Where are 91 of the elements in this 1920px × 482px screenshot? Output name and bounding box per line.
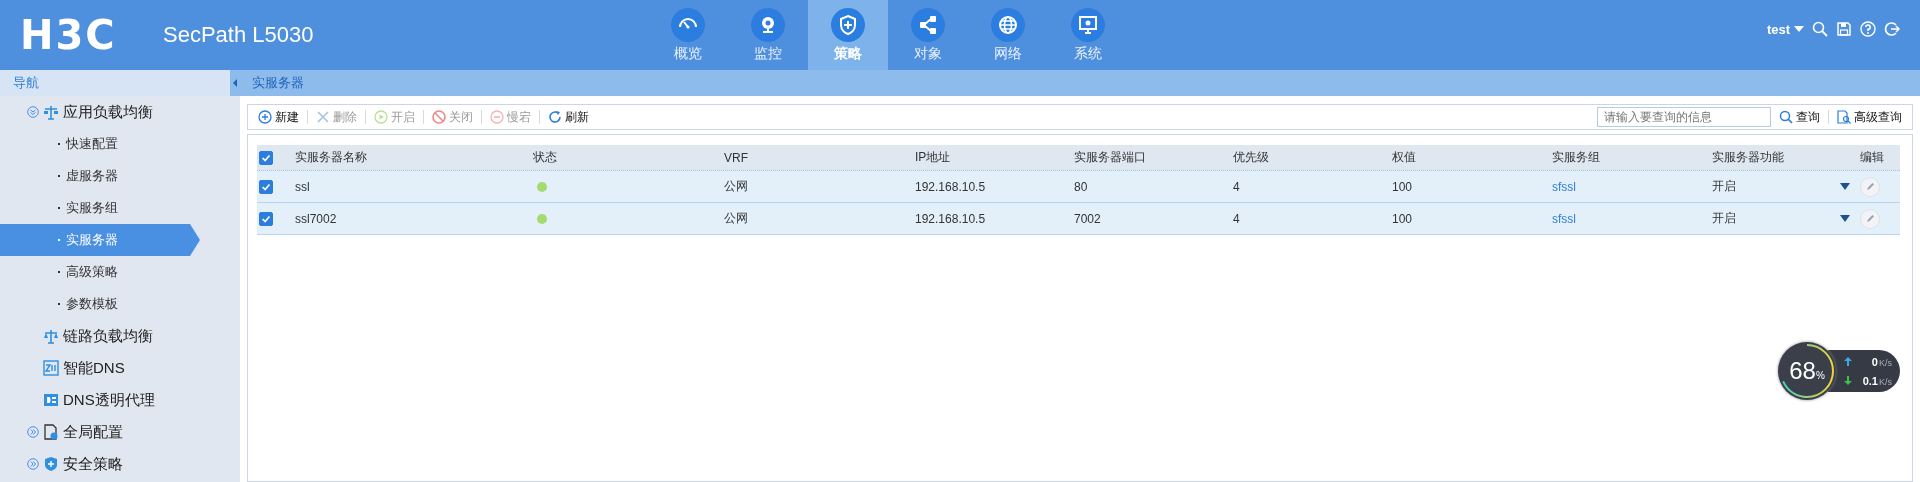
search-icon[interactable] <box>1812 21 1828 37</box>
select-all-checkbox[interactable] <box>259 150 273 165</box>
nav-menu-item[interactable]: 安全策略 <box>0 448 240 480</box>
caret-icon[interactable] <box>1840 215 1850 222</box>
nav-menu-item[interactable]: 应用负载均衡 <box>0 96 240 128</box>
nav-menu-item[interactable]: 智能DNS <box>0 352 240 384</box>
nav-menu-item[interactable]: 高级策略 <box>0 256 200 288</box>
column-header: IP地址 <box>915 149 951 166</box>
table-cell: 公网 <box>724 210 748 227</box>
group-link[interactable]: sfssl <box>1552 211 1576 226</box>
download-rate: 0.1K/s <box>1862 374 1892 387</box>
dns-icon <box>43 392 59 408</box>
nav-menu-item[interactable]: 快速配置 <box>0 128 200 160</box>
product-name: SecPath L5030 <box>163 22 314 48</box>
column-header: 权值 <box>1392 149 1416 166</box>
group-link[interactable]: sfssl <box>1552 179 1576 194</box>
cpu-gauge[interactable]: 68% <box>1778 342 1836 400</box>
upload-rate: 0K/s <box>1871 355 1892 368</box>
save-icon[interactable] <box>1836 21 1852 37</box>
logout-icon[interactable] <box>1884 21 1900 37</box>
up-arrow-icon <box>1844 357 1852 366</box>
shield-icon <box>831 8 865 42</box>
column-header: VRF <box>724 150 748 165</box>
row-checkbox[interactable] <box>259 179 273 194</box>
document-gear-icon <box>43 424 59 440</box>
search-icon <box>1779 110 1793 124</box>
expand-icon[interactable] <box>27 426 39 438</box>
prohibited-icon <box>432 110 446 124</box>
globe-icon <box>991 8 1025 42</box>
gauge-value: 68% <box>1789 357 1825 385</box>
add-icon <box>258 110 272 124</box>
collapse-icon[interactable] <box>27 106 39 118</box>
edit-button[interactable] <box>1860 208 1880 229</box>
row-checkbox[interactable] <box>259 211 273 226</box>
table-row[interactable]: ssl 公网 192.168.10.5 80 4 100 sfssl 开启 <box>257 171 1900 203</box>
table-cell: 公网 <box>724 178 748 195</box>
table-cell: 192.168.10.5 <box>915 179 986 194</box>
caret-icon[interactable] <box>1840 183 1850 190</box>
search-field[interactable]: 请输入要查询的信息 <box>1597 107 1771 127</box>
down-arrow-icon <box>1844 376 1852 385</box>
sidebar-title: 导航 <box>0 70 230 96</box>
table-cell: 4 <box>1233 211 1240 226</box>
column-header: 实服务器功能 <box>1712 149 1784 166</box>
column-header: 优先级 <box>1233 149 1269 166</box>
caret-icon <box>1794 26 1804 32</box>
nav-menu-item[interactable]: 全局配置 <box>0 416 240 448</box>
toolbar-button[interactable]: 刷新 <box>544 108 593 126</box>
dns-icon <box>43 360 59 376</box>
table-cell: ssl <box>295 179 310 194</box>
share-icon <box>911 8 945 42</box>
nav-menu-item[interactable]: DNS透明代理 <box>0 384 240 416</box>
table-cell: 开启 <box>1712 178 1736 195</box>
column-header: 编辑 <box>1860 149 1884 166</box>
shield-icon <box>43 456 59 472</box>
scale-icon <box>43 104 59 120</box>
advanced-query-button[interactable]: 高级查询 <box>1833 108 1906 126</box>
table-cell: ssl7002 <box>295 211 337 226</box>
minus-icon <box>490 110 504 124</box>
table-cell: 7002 <box>1074 211 1101 226</box>
refresh-icon <box>548 110 562 124</box>
expand-icon[interactable] <box>27 458 39 470</box>
column-header: 实服务器名称 <box>295 149 367 166</box>
table-cell: 192.168.10.5 <box>915 211 986 226</box>
logo: H3C <box>20 12 118 58</box>
table-cell: 4 <box>1233 179 1240 194</box>
edit-button[interactable] <box>1860 176 1880 197</box>
nav-menu-item[interactable]: 参数模板 <box>0 288 200 320</box>
scale-icon <box>43 328 59 344</box>
column-header: 实服务器端口 <box>1074 149 1146 166</box>
breadcrumb: 实服务器 <box>252 74 304 92</box>
nav-menu-item[interactable]: 实服务组 <box>0 192 200 224</box>
table-cell: 100 <box>1392 211 1413 226</box>
help-icon[interactable] <box>1860 21 1876 37</box>
table-cell: 开启 <box>1712 210 1736 227</box>
query-button[interactable]: 查询 <box>1775 108 1824 126</box>
table-row[interactable]: ssl7002 公网 192.168.10.5 7002 4 100 sfssl 开启 <box>257 203 1900 235</box>
monitor-icon <box>1071 8 1105 42</box>
gauge-icon <box>671 8 705 42</box>
nav-menu-item[interactable]: 链路负载均衡 <box>0 320 240 352</box>
toolbar-button[interactable]: 新建 <box>254 108 303 126</box>
pencil-icon <box>1865 213 1875 224</box>
table-cell: 100 <box>1392 179 1413 194</box>
webcam-icon <box>751 8 785 42</box>
column-header: 状态 <box>533 149 557 166</box>
table-cell: 80 <box>1074 179 1088 194</box>
play-icon <box>374 110 388 124</box>
column-header: 实服务组 <box>1552 149 1600 166</box>
pencil-icon <box>1865 181 1875 192</box>
delete-icon <box>316 110 330 124</box>
document-search-icon <box>1837 110 1851 124</box>
nav-menu-item[interactable]: 虚服务器 <box>0 160 200 192</box>
